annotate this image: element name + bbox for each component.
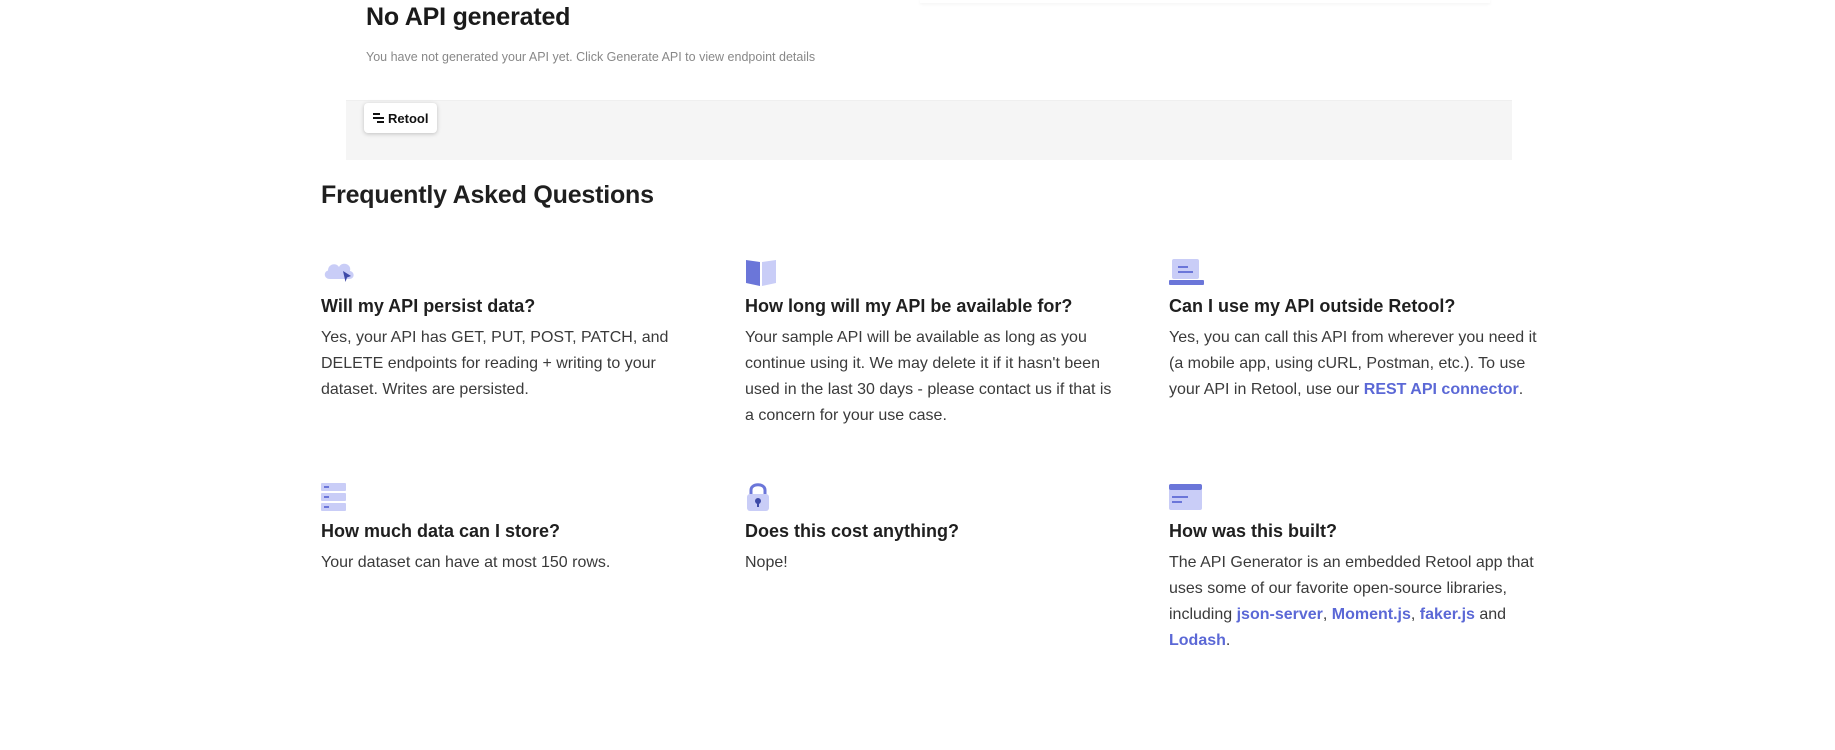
open-book-icon xyxy=(746,260,776,286)
browser-window-icon xyxy=(1169,484,1202,510)
faq-item-outside-retool: Can I use my API outside Retool? Yes, yo… xyxy=(1169,257,1541,403)
faq-question: How was this built? xyxy=(1169,521,1338,541)
rest-api-connector-link[interactable]: REST API connector xyxy=(1364,381,1519,398)
faq-item-persist: Will my API persist data? Yes, your API … xyxy=(321,257,693,403)
laptop-icon xyxy=(1169,259,1204,285)
cloud-upload-icon xyxy=(324,263,354,282)
faq-heading: Frequently Asked Questions xyxy=(321,181,654,209)
padlock-icon xyxy=(747,483,769,511)
api-status-title: No API generated xyxy=(366,3,571,31)
momentjs-link[interactable]: Moment.js xyxy=(1332,606,1411,623)
faq-answer: Nope! xyxy=(745,554,788,571)
fakerjs-link[interactable]: faker.js xyxy=(1420,606,1475,623)
faq-answer: Your dataset can have at most 150 rows. xyxy=(321,554,611,571)
faq-item-cost: Does this cost anything? Nope! xyxy=(745,482,1117,576)
api-status-subtitle: You have not generated your API yet. Cli… xyxy=(366,50,816,64)
retool-logo-icon xyxy=(373,113,384,123)
faq-item-storage: How much data can I store? Your dataset … xyxy=(321,482,693,576)
faq-question: Can I use my API outside Retool? xyxy=(1169,296,1456,316)
faq-answer: Yes, you can call this API from wherever… xyxy=(1169,329,1537,398)
database-rows-icon xyxy=(321,483,346,511)
retool-badge-label: Retool xyxy=(388,110,429,126)
faq-question: How much data can I store? xyxy=(321,521,561,541)
retool-embed-panel: Retool xyxy=(346,100,1512,160)
retool-badge-button[interactable]: Retool xyxy=(364,103,438,133)
json-server-link[interactable]: json-server xyxy=(1237,606,1323,623)
top-card-edge xyxy=(920,0,1490,3)
lodash-link[interactable]: Lodash xyxy=(1169,632,1226,649)
faq-item-availability: How long will my API be available for? Y… xyxy=(745,257,1117,429)
faq-question: How long will my API be available for? xyxy=(745,296,1073,316)
faq-item-how-built: How was this built? The API Generator is… xyxy=(1169,482,1541,654)
faq-question: Does this cost anything? xyxy=(745,521,960,541)
faq-answer: The API Generator is an embedded Retool … xyxy=(1169,554,1534,649)
faq-answer: Your sample API will be available as lon… xyxy=(745,329,1112,424)
faq-question: Will my API persist data? xyxy=(321,296,536,316)
faq-answer: Yes, your API has GET, PUT, POST, PATCH,… xyxy=(321,329,669,398)
